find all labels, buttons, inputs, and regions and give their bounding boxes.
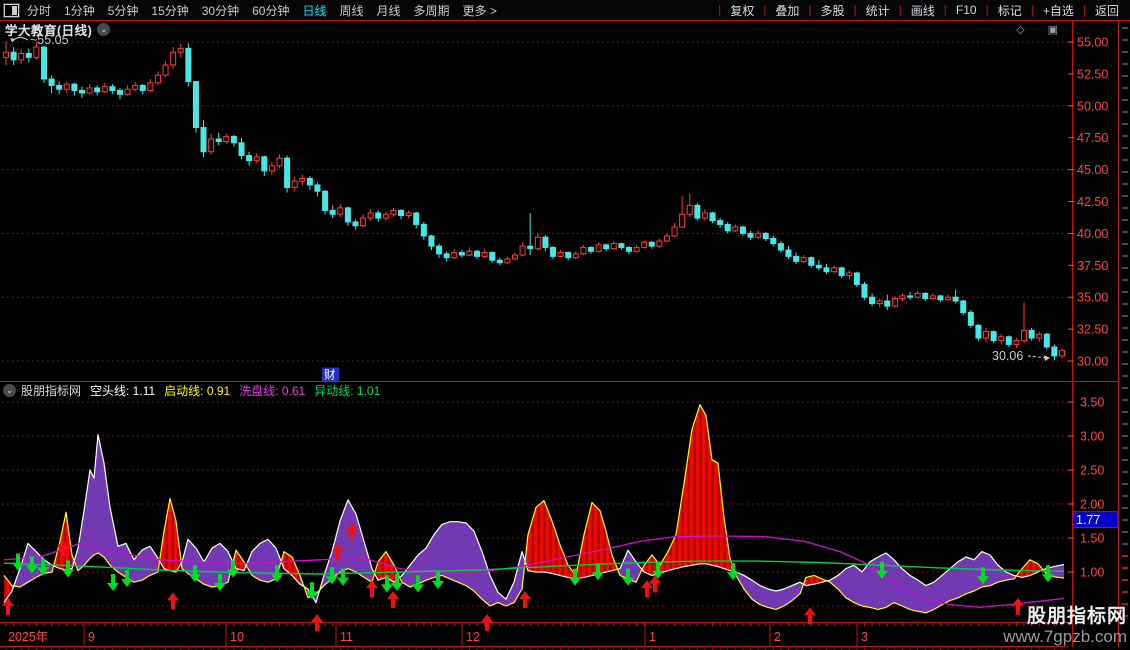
axis-year-label: 2025年	[8, 630, 48, 644]
low-annotation: 30.06	[992, 349, 1023, 363]
axis-month-label: 12	[466, 630, 480, 644]
svg-text:1.77: 1.77	[1076, 513, 1100, 527]
svg-text:55.00: 55.00	[1077, 36, 1108, 50]
axis-month-label: 2	[774, 630, 781, 644]
indicator-name[interactable]: 股朋指标网	[21, 382, 81, 399]
indicator-axis-labels: 3.50 3.00 2.50 2.00 1.50 1.00	[1068, 396, 1104, 580]
indicator-value-启动线: 启动线: 0.91	[164, 384, 231, 398]
axis-month-label: 1	[649, 630, 656, 644]
chart-canvas[interactable]: 55.00 52.50 50.00 47.50 45.00 42.50 40.00 37.50…	[0, 0, 1130, 650]
svg-text:财: 财	[324, 368, 336, 382]
axis-month-label: 10	[230, 630, 244, 644]
axis-month-label: 9	[88, 630, 95, 644]
axis-value-badge: 1.77	[1072, 511, 1119, 529]
svg-text:42.50: 42.50	[1077, 195, 1108, 209]
indicator-values: 空头线: 1.11 启动线: 0.91 洗盘线: 0.61 异动线: 1.01	[90, 382, 389, 399]
svg-text:50.00: 50.00	[1077, 99, 1108, 113]
price-axis-labels: 55.00 52.50 50.00 47.50 45.00 42.50 40.00 37.50…	[1068, 36, 1108, 369]
svg-text:1.50: 1.50	[1080, 532, 1104, 546]
svg-text:32.50: 32.50	[1077, 323, 1108, 337]
svg-text:3.50: 3.50	[1080, 396, 1104, 410]
trading-app-window: 分时 1分钟 5分钟 15分钟 30分钟 60分钟 日线 周线 月线 多周期 更多 > | 复权 | 叠加…	[0, 0, 1130, 650]
price-annotations: ~55.05 30.06	[10, 33, 1050, 363]
price-gridlines	[2, 41, 1068, 362]
svg-text:1.00: 1.00	[1080, 566, 1104, 580]
svg-text:47.50: 47.50	[1077, 131, 1108, 145]
svg-text:35.00: 35.00	[1077, 291, 1108, 305]
watermark-url: www.7gpzb.com	[1003, 627, 1127, 647]
svg-text:3.00: 3.00	[1080, 430, 1104, 444]
event-marker[interactable]: 财	[322, 367, 339, 382]
watermark: 股朋指标网 www.7gpzb.com	[1003, 607, 1127, 647]
date-axis: 2025年 9 10 11 12 1 2 3	[5, 623, 1063, 650]
indicator-header: ⌄ 股朋指标网 空头线: 1.11 启动线: 0.91 洗盘线: 0.61 异动线: …	[3, 383, 398, 398]
svg-text:45.00: 45.00	[1077, 163, 1108, 177]
svg-text:2.00: 2.00	[1080, 498, 1104, 512]
svg-text:37.50: 37.50	[1077, 259, 1108, 273]
indicator-value-异动线: 异动线: 1.01	[314, 384, 381, 398]
svg-text:30.00: 30.00	[1077, 355, 1108, 369]
axis-month-label: 3	[861, 630, 868, 644]
right-edge-strip	[1122, 27, 1128, 617]
watermark-name: 股朋指标网	[1026, 606, 1127, 628]
svg-text:52.50: 52.50	[1077, 67, 1108, 81]
high-annotation: ~55.05	[30, 33, 69, 47]
candlestick-series	[3, 41, 1065, 361]
svg-text:40.00: 40.00	[1077, 227, 1108, 241]
svg-text:2.50: 2.50	[1080, 464, 1104, 478]
axis-month-label: 11	[340, 630, 353, 644]
indicator-value-空头线: 空头线: 1.11	[90, 384, 156, 398]
indicator-collapse-icon[interactable]: ⌄	[3, 384, 16, 397]
indicator-value-洗盘线: 洗盘线: 0.61	[239, 384, 306, 398]
